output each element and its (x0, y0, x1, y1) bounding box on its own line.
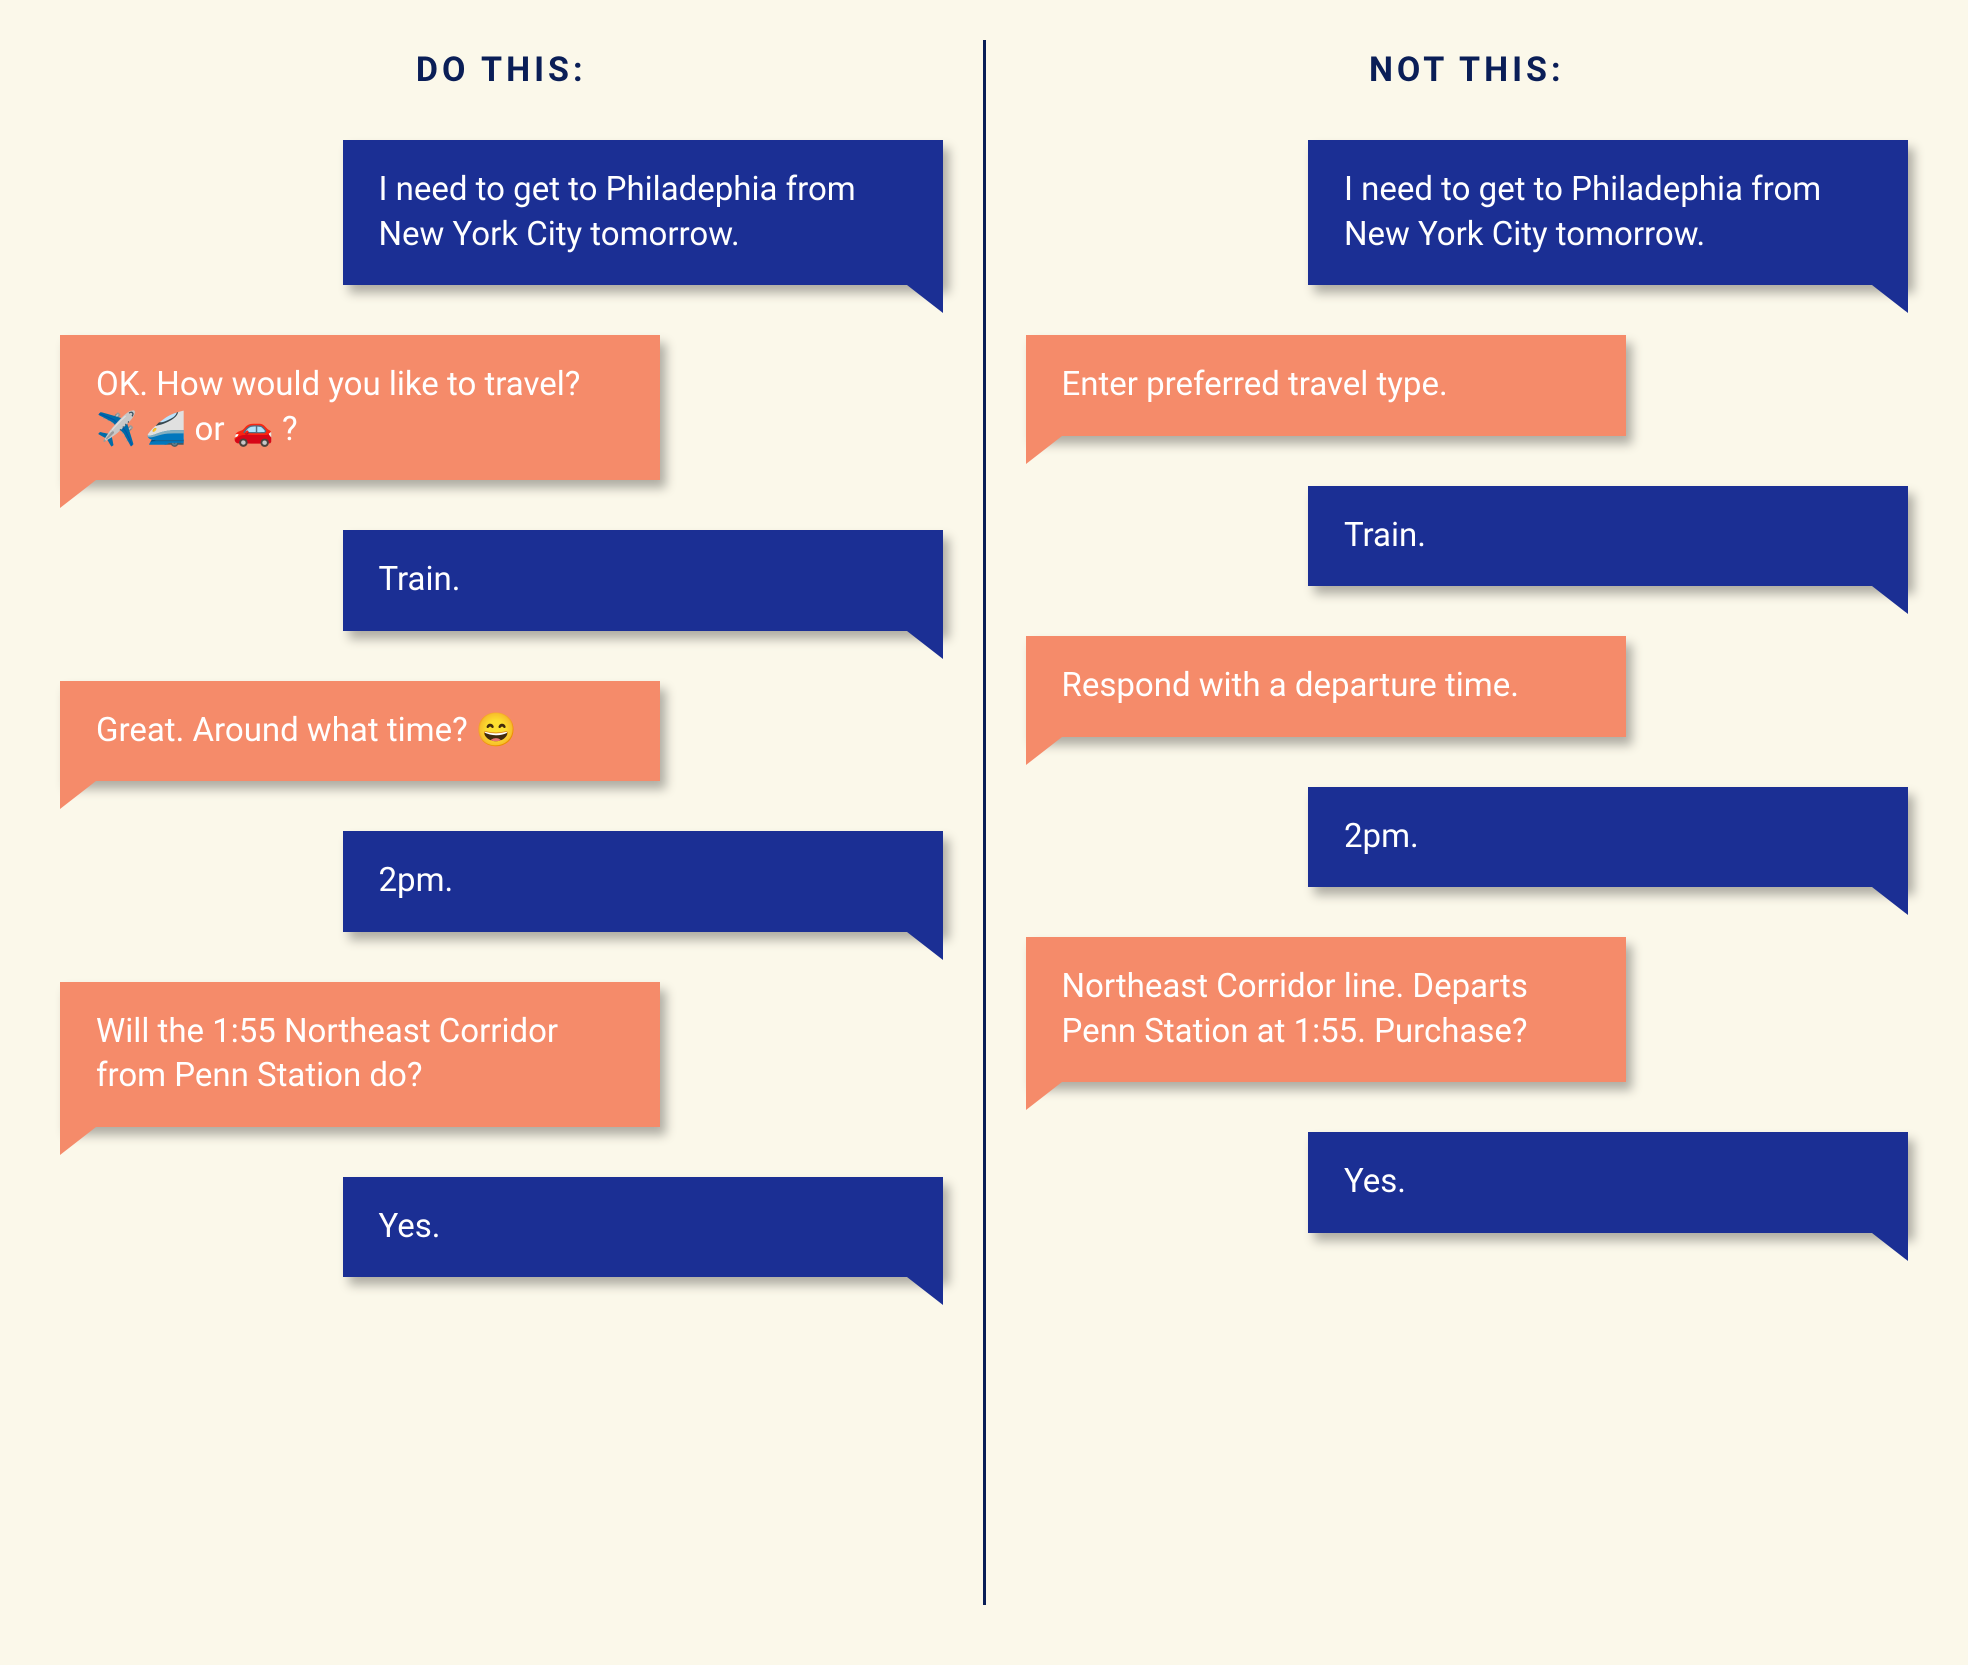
chat-row: Respond with a departure time. (1026, 636, 1909, 767)
comparison-canvas: DO THIS: I need to get to Philadephia fr… (0, 0, 1968, 1665)
do-this-heading: DO THIS: (60, 50, 943, 90)
chat-row: 2pm. (1026, 787, 1909, 918)
bot-message: Enter preferred travel type. (1026, 335, 1626, 436)
user-message: Yes. (343, 1177, 943, 1278)
not-this-heading: NOT THIS: (1026, 50, 1909, 90)
chat-row: OK. How would you like to travel? ✈️ 🚄 o… (60, 335, 943, 510)
chat-row: Northeast Corridor line. Departs Penn St… (1026, 937, 1909, 1112)
chat-row: Will the 1:55 Northeast Corridor from Pe… (60, 982, 943, 1157)
chat-row: I need to get to Philadephia from New Yo… (1026, 140, 1909, 315)
chat-row: Yes. (1026, 1132, 1909, 1263)
bot-message: Great. Around what time? 😄 (60, 681, 660, 782)
chat-row: Train. (1026, 486, 1909, 617)
chat-row: Yes. (60, 1177, 943, 1308)
bot-message: OK. How would you like to travel? ✈️ 🚄 o… (60, 335, 660, 480)
user-message: I need to get to Philadephia from New Yo… (343, 140, 943, 285)
chat-row: Train. (60, 530, 943, 661)
chat-row: Enter preferred travel type. (1026, 335, 1909, 466)
user-message: Train. (1308, 486, 1908, 587)
user-message: 2pm. (343, 831, 943, 932)
bot-message: Will the 1:55 Northeast Corridor from Pe… (60, 982, 660, 1127)
user-message: I need to get to Philadephia from New Yo… (1308, 140, 1908, 285)
user-message: 2pm. (1308, 787, 1908, 888)
chat-row: Great. Around what time? 😄 (60, 681, 943, 812)
chat-row: I need to get to Philadephia from New Yo… (60, 140, 943, 315)
chat-row: 2pm. (60, 831, 943, 962)
bot-message: Northeast Corridor line. Departs Penn St… (1026, 937, 1626, 1082)
user-message: Yes. (1308, 1132, 1908, 1233)
user-message: Train. (343, 530, 943, 631)
bot-message: Respond with a departure time. (1026, 636, 1626, 737)
do-this-column: DO THIS: I need to get to Philadephia fr… (60, 40, 983, 1605)
not-this-column: NOT THIS: I need to get to Philadephia f… (986, 40, 1909, 1605)
